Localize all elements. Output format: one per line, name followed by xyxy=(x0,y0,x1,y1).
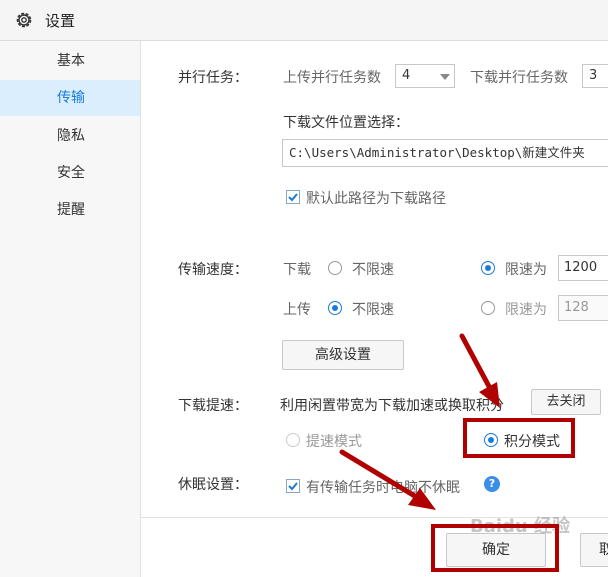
annotation-arrow-1 xyxy=(459,333,500,408)
annotation-arrows xyxy=(339,333,500,510)
annotation-arrow-2 xyxy=(339,449,436,510)
